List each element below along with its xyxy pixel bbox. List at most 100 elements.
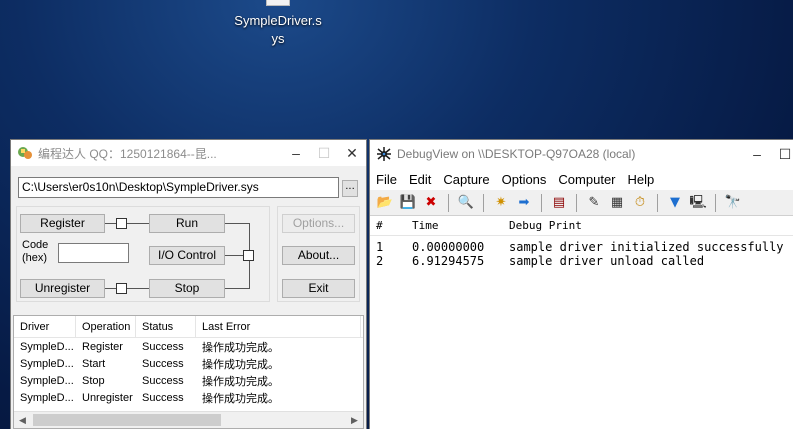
time-cell: 0.00000000: [412, 240, 485, 254]
loader-titlebar[interactable]: 编程达人 QQ：1250121864--昆... – ☐ ✕: [11, 140, 366, 166]
time-cell: 6.91294575: [412, 254, 485, 268]
column-header-number[interactable]: #: [370, 219, 406, 232]
list-item[interactable]: SympleD... Stop Success 操作成功完成。: [14, 372, 363, 389]
exit-button[interactable]: Exit: [282, 279, 355, 298]
status-cell: Success: [142, 374, 184, 387]
loader-title: 编程达人 QQ：1250121864--昆...: [38, 146, 217, 161]
scroll-thumb[interactable]: [33, 414, 221, 426]
stop-button[interactable]: Stop: [149, 279, 225, 298]
toolbar-separator: [541, 193, 542, 212]
last-error-cell: 操作成功完成。: [202, 392, 279, 405]
file-icon: [266, 0, 290, 6]
scroll-right-icon[interactable]: ▶: [346, 412, 363, 428]
unregister-state-box: [116, 283, 127, 294]
menu-help[interactable]: Help: [622, 172, 661, 187]
driver-cell: SympleD...: [20, 374, 74, 387]
horizontal-scrollbar[interactable]: ◀ ▶: [14, 411, 363, 428]
connector-line: [249, 261, 250, 288]
code-hex-input[interactable]: [58, 243, 129, 263]
driver-path-field[interactable]: C:\Users\er0s10n\Desktop\SympleDriver.sy…: [18, 177, 339, 198]
table-row[interactable]: 1 0.00000000 sample driver initialized s…: [370, 240, 793, 254]
menu-bar: File Edit Capture Options Computer Help: [370, 168, 793, 190]
options-icon[interactable]: ▼: [666, 194, 684, 212]
capture-icon[interactable]: ✷: [492, 194, 510, 212]
table-row[interactable]: 2 6.91294575 sample driver unload called: [370, 254, 793, 268]
unregister-button[interactable]: Unregister: [20, 279, 105, 298]
list-item[interactable]: SympleD... Start Success 操作成功完成。: [14, 355, 363, 372]
connector-line: [105, 288, 116, 289]
menu-computer[interactable]: Computer: [552, 172, 621, 187]
io-control-button[interactable]: I/O Control: [149, 246, 225, 265]
operation-log-list[interactable]: Driver Operation Status Last Error Sympl…: [13, 315, 364, 429]
time-icon[interactable]: ⏱: [631, 194, 649, 212]
highlight-icon[interactable]: ▦: [608, 194, 626, 212]
operation-cell: Start: [82, 357, 106, 370]
column-header-time[interactable]: Time: [406, 219, 503, 232]
driver-cell: SympleD...: [20, 340, 74, 353]
options-button[interactable]: Options...: [282, 214, 355, 233]
list-item[interactable]: SympleD... Unregister Success 操作成功完成。: [14, 389, 363, 406]
connector-line: [105, 223, 116, 224]
menu-options[interactable]: Options: [496, 172, 553, 187]
scroll-left-icon[interactable]: ◀: [14, 412, 31, 428]
column-header-debug-print[interactable]: Debug Print: [503, 219, 793, 232]
toolbar-separator: [657, 193, 658, 212]
log-header-row: Driver Operation Status Last Error: [14, 315, 363, 338]
status-cell: Success: [142, 391, 184, 404]
open-icon[interactable]: 📂: [376, 194, 394, 212]
driver-cell: SympleD...: [20, 357, 74, 370]
computer-icon[interactable]: 🖳: [689, 194, 707, 212]
menu-capture[interactable]: Capture: [437, 172, 495, 187]
connector-line: [225, 288, 250, 289]
menu-edit[interactable]: Edit: [403, 172, 437, 187]
toolbar-separator: [576, 193, 577, 212]
connector-line: [127, 223, 149, 224]
clear-icon[interactable]: ✖: [422, 194, 440, 212]
connector-line: [127, 288, 149, 289]
toolbar-separator: [715, 193, 716, 212]
close-button[interactable]: ✕: [338, 140, 366, 166]
debug-print-cell: sample driver initialized successfully: [509, 240, 784, 254]
menu-file[interactable]: File: [370, 172, 403, 187]
desktop-icon-label: SympleDriver.sys: [234, 13, 322, 46]
history-icon[interactable]: ▤: [550, 194, 568, 212]
driver-loader-window: 编程达人 QQ：1250121864--昆... – ☐ ✕ C:\Users\…: [10, 139, 367, 429]
column-header-operation[interactable]: Operation: [76, 315, 136, 338]
toolbar: 📂 💾 ✖ 🔍 ✷ ➡ ▤ ✎ ▦ ⏱ ▼ 🖳 🔭: [370, 190, 793, 216]
debug-header-row: # Time Debug Print: [370, 216, 793, 236]
app-icon: [18, 147, 32, 159]
driver-cell: SympleD...: [20, 391, 74, 404]
code-label: Code (hex): [22, 239, 49, 264]
filter-icon[interactable]: ✎: [585, 194, 603, 212]
register-state-box: [116, 218, 127, 229]
operation-cell: Stop: [82, 374, 105, 387]
run-button[interactable]: Run: [149, 214, 225, 233]
find-icon[interactable]: 🔍: [457, 194, 475, 212]
toolbar-separator: [448, 193, 449, 212]
connect-icon[interactable]: 🔭: [724, 194, 742, 212]
debug-print-cell: sample driver unload called: [509, 254, 705, 268]
browse-button[interactable]: ...: [342, 180, 358, 197]
desktop-file-icon[interactable]: SympleDriver.sys: [232, 0, 324, 60]
operation-cell: Register: [82, 340, 123, 353]
autoscroll-icon[interactable]: ➡: [515, 194, 533, 212]
connector-line: [249, 223, 250, 250]
about-button[interactable]: About...: [282, 246, 355, 265]
status-cell: Success: [142, 340, 184, 353]
io-state-box: [243, 250, 254, 261]
column-header-last-error[interactable]: Last Error: [196, 315, 361, 338]
minimize-button[interactable]: –: [743, 141, 771, 167]
maximize-button[interactable]: ☐: [771, 141, 793, 167]
save-icon[interactable]: 💾: [399, 194, 417, 212]
connector-line: [225, 255, 243, 256]
debug-output-list[interactable]: # Time Debug Print 1 0.00000000 sample d…: [370, 216, 793, 429]
column-header-driver[interactable]: Driver: [14, 315, 76, 338]
debugview-titlebar[interactable]: DebugView on \\DESKTOP-Q97OA28 (local) –…: [370, 140, 793, 168]
register-button[interactable]: Register: [20, 214, 105, 233]
minimize-button[interactable]: –: [282, 140, 310, 166]
list-item[interactable]: SympleD... Register Success 操作成功完成。: [14, 338, 363, 355]
column-header-status[interactable]: Status: [136, 315, 196, 338]
maximize-button[interactable]: ☐: [310, 140, 338, 166]
connector-line: [225, 223, 249, 224]
row-number-cell: 1: [376, 240, 384, 254]
